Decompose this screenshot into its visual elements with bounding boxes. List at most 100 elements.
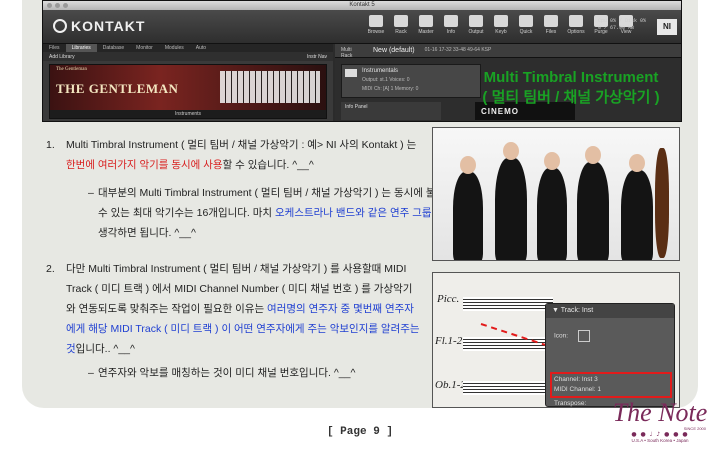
instrument-midi: MIDI Ch: [A] 1 Memory: 0 (362, 86, 419, 92)
sub-item-1: – 대부분의 Multi Timbral Instrument ( 멀티 팀버 … (88, 183, 464, 243)
toolbar-label: Info (446, 29, 456, 35)
double-bass (655, 148, 669, 258)
kontakt-toolbar: KONTAKT Browse Rack Master Info Output Keyb Qu… (43, 10, 681, 44)
toolbar-label: Quick (519, 29, 533, 35)
cpu-text: Cpu 0% / Disk 0% (598, 18, 647, 24)
toolbar-keyb-button[interactable]: Keyb (490, 15, 512, 35)
master-icon (419, 15, 433, 27)
list-item-2: 2. 다만 Multi Timbral Instrument ( 멀티 팀버 /… (46, 259, 422, 359)
toolbar-label: Master (418, 29, 434, 35)
toolbar-options-button[interactable]: Options (565, 15, 587, 35)
add-library-button[interactable]: Add Library (49, 54, 75, 60)
instruments-button[interactable]: Instruments (50, 110, 326, 118)
library-tile[interactable]: The Gentleman THE GENTLEMAN Instruments (49, 64, 327, 119)
musician-figure (537, 168, 567, 260)
browse-icon (369, 15, 383, 27)
app-name: KONTAKT (71, 18, 146, 34)
list-item-1: 1. Multi Timbral Instrument ( 멀티 팀버 / 채널… (46, 135, 422, 175)
toolbar-output-button[interactable]: Output (465, 15, 487, 35)
musician-head (629, 154, 645, 172)
tab-modules[interactable]: Modules (159, 44, 190, 52)
instrument-slot[interactable]: Instrumentals Output: st.1 Voices: 0 MID… (341, 64, 481, 98)
text-run: Multi Timbral Instrument ( 멀티 팀버 / 채널 가상… (66, 139, 417, 151)
track-inspector: ▼ Track: Inst Icon: Channel: Inst 3 MIDI… (545, 303, 675, 407)
dash: – (88, 187, 94, 199)
text-run: 할 수 있습니다. ^__^ (222, 159, 314, 171)
toolbar-label: Keyb (495, 29, 507, 35)
kontakt-logo-icon (53, 19, 67, 33)
options-icon (569, 15, 583, 27)
window-controls (47, 3, 68, 8)
musician-head (503, 142, 519, 160)
score-label-picc: Picc. (437, 293, 460, 305)
toolbar-label: Files (545, 29, 557, 35)
score-label-flute: Fl.1-2 (435, 335, 463, 347)
memory-text: 0 / 67.90 MB (598, 25, 635, 31)
sub-text: 대부분의 Multi Timbral Instrument ( 멀티 팀버 / … (98, 183, 464, 243)
toolbar-info-button[interactable]: Info (440, 15, 462, 35)
score-screenshot: Picc. Fl.1-2 Ob.1-2 ▼ Track: Inst Icon: … (432, 272, 680, 408)
sub-item-2: – 연주자와 악보를 매칭하는 것이 미디 채널 번호입니다. ^__^ (88, 363, 464, 383)
rack-icon (394, 15, 408, 27)
tab-auto[interactable]: Auto (190, 44, 212, 52)
toolbar-label: Output (468, 29, 484, 35)
library-small-title: The Gentleman (56, 67, 87, 72)
musician-figure (453, 172, 483, 260)
musician-head (544, 152, 560, 170)
track-header[interactable]: ▼ Track: Inst (546, 304, 674, 318)
musician-head (585, 146, 601, 164)
files-icon (544, 15, 558, 27)
icon-row: Icon: (554, 330, 672, 342)
toolbar-label: Options (567, 29, 585, 35)
kontakt-logo: KONTAKT (53, 18, 145, 34)
logo-dots: ● ● ♩ ♪ ● ● ● (631, 431, 689, 438)
sub-text: 연주자와 악보를 매칭하는 것이 미디 채널 번호입니다. ^__^ (98, 367, 356, 379)
toolbar-master-button[interactable]: Master (415, 15, 437, 35)
toolbar-label: Rack (395, 29, 407, 35)
tab-libraries[interactable]: Libraries (65, 44, 97, 52)
browser-tabs: Files Libraries Database Monitor Modules Auto (43, 44, 333, 52)
toolbar-buttons: Browse Rack Master Info Output Keyb Quick Files… (365, 15, 637, 35)
instrument-name: Instrumentals (362, 68, 399, 74)
rack-header: Multi Rack New (default) 01-16 17-32 33-… (335, 44, 681, 59)
score-label-oboe: Ob.1-2 (435, 379, 466, 391)
musician-figure (577, 162, 609, 260)
info-icon (444, 15, 458, 27)
toolbar-rack-button[interactable]: Rack (390, 15, 412, 35)
info-panel: Info Panel (341, 102, 441, 120)
piano-image (220, 71, 320, 103)
tab-monitor[interactable]: Monitor (130, 44, 159, 52)
rack-range[interactable]: 01-16 17-32 33-48 49-64 KSP (425, 47, 492, 54)
keyb-icon (494, 15, 508, 27)
browser-panel: Files Libraries Database Monitor Modules Auto… (43, 44, 333, 121)
instrument-output: Output: st.1 Voices: 0 (362, 77, 410, 83)
icon-label: Icon: (554, 332, 569, 340)
instrument-icon (345, 69, 357, 77)
list-text: Multi Timbral Instrument ( 멀티 팀버 / 채널 가상… (66, 135, 422, 175)
the-note-logo: The Note SINCE 2000 ● ● ♩ ♪ ● ● ● U.S.A … (610, 400, 710, 444)
overlay-title-ko: ( 멀티 팀버 / 채널 가상악기 ) (482, 89, 660, 106)
highlight-red: 한번에 여러가지 악기를 동시에 사용 (66, 159, 223, 171)
tab-files[interactable]: Files (43, 44, 66, 52)
musician-figure (495, 158, 527, 260)
rack-label: Multi Rack (341, 47, 353, 59)
list-number: 1. (46, 139, 55, 151)
track-icon[interactable] (577, 330, 590, 342)
staff (463, 381, 553, 395)
toolbar-quick-button[interactable]: Quick (515, 15, 537, 35)
toolbar-files-button[interactable]: Files (540, 15, 562, 35)
dash: – (88, 367, 94, 379)
ni-badge: NI (657, 19, 677, 35)
output-icon (469, 15, 483, 27)
list-number: 2. (46, 263, 55, 275)
red-highlight-box (550, 372, 672, 398)
logo-tagline: U.S.A • South Korea • Japan (631, 438, 689, 443)
multi-name[interactable]: New (default) (373, 47, 415, 54)
list-text: 다만 Multi Timbral Instrument ( 멀티 팀버 / 채널… (66, 259, 422, 359)
quick-icon (519, 15, 533, 27)
instr-nav-button[interactable]: Instr Nav (307, 54, 327, 60)
library-title: THE GENTLEMAN (56, 81, 179, 96)
tab-database[interactable]: Database (97, 44, 130, 52)
musician-head (460, 156, 476, 174)
toolbar-browse-button[interactable]: Browse (365, 15, 387, 35)
